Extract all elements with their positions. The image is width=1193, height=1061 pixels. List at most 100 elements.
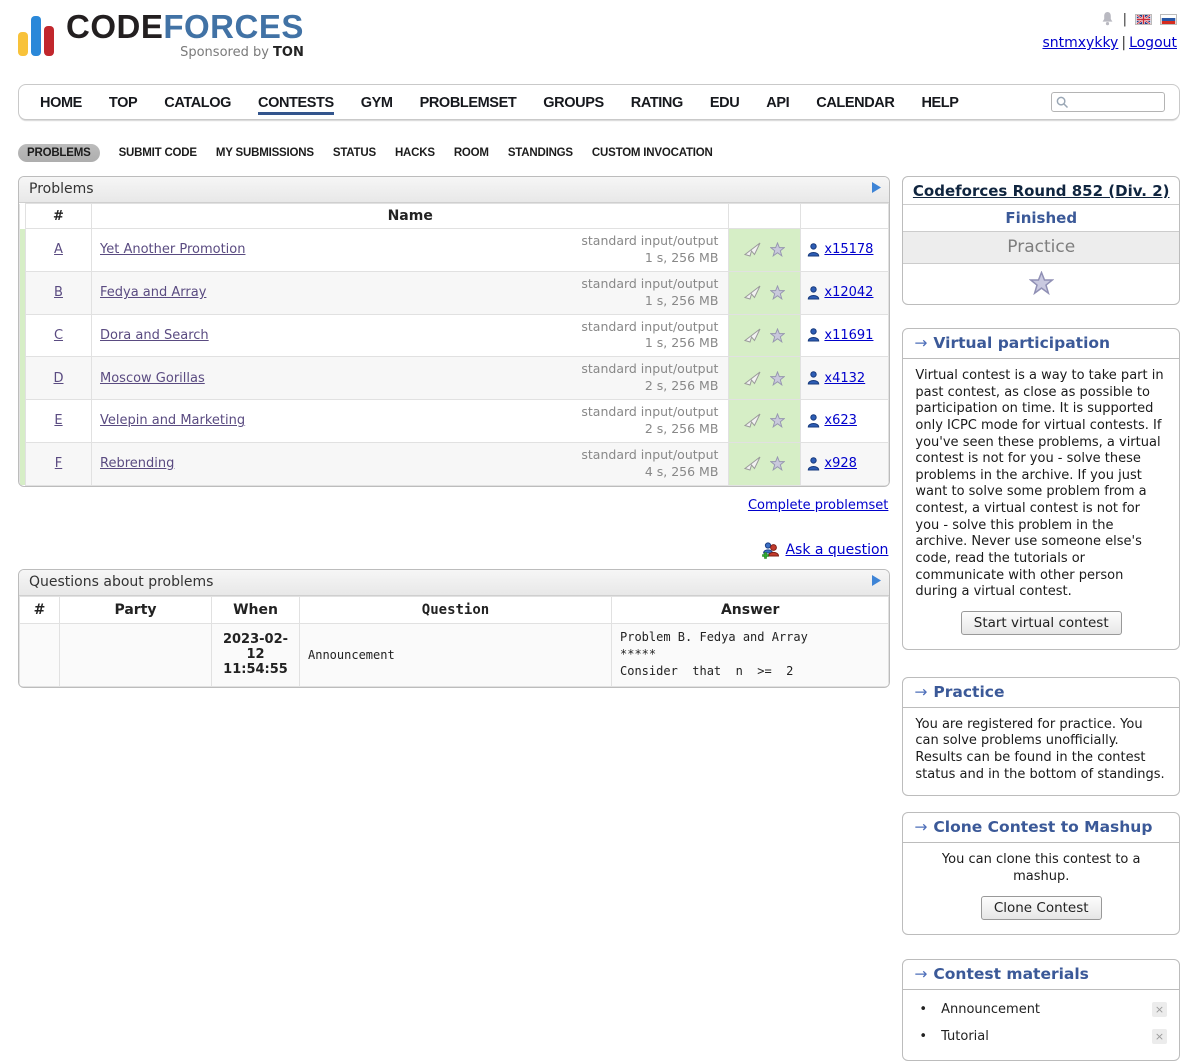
subnav-my-submissions[interactable]: MY SUBMISSIONS (216, 147, 314, 159)
subnav-hacks[interactable]: HACKS (395, 147, 435, 159)
send-plane-icon[interactable] (744, 285, 761, 300)
problem-row-f: F Rebrending standard input/output4 s, 2… (20, 442, 889, 485)
close-icon[interactable]: × (1152, 1002, 1167, 1017)
logout-link[interactable]: Logout (1129, 35, 1177, 51)
questions-panel-title: Questions about problems (19, 570, 889, 596)
problem-limits: standard input/output1 s, 256 MB (581, 276, 720, 310)
col-q-party: Party (60, 596, 212, 623)
search-input[interactable] (1069, 95, 1157, 109)
nav-item-edu[interactable]: EDU (710, 89, 739, 115)
problem-name-link[interactable]: Fedya and Array (100, 285, 206, 300)
problem-name-link[interactable]: Yet Another Promotion (100, 242, 245, 257)
announcement-link[interactable]: Announcement (941, 1002, 1040, 1017)
solved-count-link[interactable]: x928 (824, 456, 857, 471)
logo-sponsor: Sponsored by TON (180, 45, 304, 60)
header-separator: | (1123, 12, 1127, 27)
panel-expand-arrow-icon[interactable] (872, 575, 881, 586)
problems-panel: Problems # Name A (18, 176, 890, 487)
solved-count-link[interactable]: x15178 (824, 242, 873, 257)
col-q-when: When (212, 596, 300, 623)
star-icon[interactable] (770, 456, 785, 471)
subnav-standings[interactable]: STANDINGS (508, 147, 573, 159)
star-icon[interactable] (770, 285, 785, 300)
subnav-status[interactable]: STATUS (333, 147, 376, 159)
solved-count-link[interactable]: x12042 (824, 285, 873, 300)
clone-mashup-title: →Clone Contest to Mashup (903, 813, 1179, 843)
star-icon[interactable] (770, 242, 785, 257)
subnav-custom-invocation[interactable]: CUSTOM INVOCATION (592, 147, 713, 159)
nav-item-groups[interactable]: GROUPS (543, 89, 603, 115)
col-q-index: # (20, 596, 60, 623)
subnav-submit-code[interactable]: SUBMIT CODE (119, 147, 197, 159)
solved-count-link[interactable]: x11691 (824, 328, 873, 343)
subnav-room[interactable]: ROOM (454, 147, 489, 159)
solved-count-link[interactable]: x4132 (824, 371, 865, 386)
contest-materials-list: Announcement × Tutorial × (903, 990, 1179, 1060)
nav-item-api[interactable]: API (766, 89, 789, 115)
problem-index-link[interactable]: E (54, 413, 62, 428)
col-index: # (26, 204, 92, 229)
nav-item-help[interactable]: HELP (921, 89, 958, 115)
clone-contest-button[interactable]: Clone Contest (981, 896, 1102, 920)
send-plane-icon[interactable] (744, 242, 761, 257)
complete-problemset-link[interactable]: Complete problemset (748, 498, 888, 513)
nav-item-home[interactable]: HOME (40, 89, 82, 115)
problems-table: # Name A Yet Another Promotion standard … (19, 203, 889, 486)
uk-flag-icon[interactable] (1135, 14, 1152, 25)
send-plane-icon[interactable] (744, 413, 761, 428)
problem-index-link[interactable]: C (54, 328, 63, 343)
problem-row-c: C Dora and Search standard input/output1… (20, 314, 889, 357)
contest-title-link[interactable]: Codeforces Round 852 (Div. 2) (913, 182, 1170, 200)
star-icon[interactable] (770, 371, 785, 386)
problem-index-link[interactable]: D (53, 371, 63, 386)
solved-count-link[interactable]: x623 (824, 413, 857, 428)
problem-name-link[interactable]: Dora and Search (100, 328, 209, 343)
problem-row-a: A Yet Another Promotion standard input/o… (20, 229, 889, 272)
star-icon[interactable] (770, 328, 785, 343)
nav-item-top[interactable]: TOP (109, 89, 137, 115)
clone-mashup-box: →Clone Contest to Mashup You can clone t… (902, 812, 1180, 934)
problem-row-b: B Fedya and Array standard input/output1… (20, 271, 889, 314)
close-icon[interactable]: × (1152, 1029, 1167, 1044)
nav-item-rating[interactable]: RATING (631, 89, 683, 115)
practice-box: →Practice You are registered for practic… (902, 677, 1180, 797)
col-name: Name (92, 204, 729, 229)
nav-item-catalog[interactable]: CATALOG (164, 89, 231, 115)
problem-index-link[interactable]: B (54, 285, 63, 300)
nav-item-contests[interactable]: CONTESTS (258, 89, 334, 115)
problem-row-e: E Velepin and Marketing standard input/o… (20, 400, 889, 443)
star-icon[interactable] (770, 413, 785, 428)
problem-name-link[interactable]: Moscow Gorillas (100, 371, 205, 386)
subnav-problems[interactable]: PROBLEMS (18, 144, 100, 162)
problem-limits: standard input/output4 s, 256 MB (581, 447, 720, 481)
questions-panel: Questions about problems # Party When Qu… (18, 569, 890, 688)
problem-name-link[interactable]: Rebrending (100, 456, 174, 471)
codeforces-logo[interactable]: CODEFORCES Sponsored by TON (18, 10, 304, 60)
tutorial-link[interactable]: Tutorial (941, 1029, 989, 1044)
add-question-people-icon (761, 542, 780, 559)
username-link[interactable]: sntmxykky (1042, 35, 1118, 51)
nav-item-gym[interactable]: GYM (361, 89, 393, 115)
problem-index-link[interactable]: F (55, 456, 62, 471)
person-icon (807, 457, 820, 471)
problem-index-link[interactable]: A (54, 242, 63, 257)
problems-panel-title: Problems (19, 177, 889, 203)
send-plane-icon[interactable] (744, 456, 761, 471)
nav-item-calendar[interactable]: CALENDAR (816, 89, 894, 115)
ru-flag-icon[interactable] (1160, 14, 1177, 25)
person-icon (807, 414, 820, 428)
start-virtual-contest-button[interactable]: Start virtual contest (961, 611, 1122, 635)
favorite-star-icon[interactable] (903, 264, 1179, 304)
problem-name-link[interactable]: Velepin and Marketing (100, 413, 245, 428)
problem-limits: standard input/output1 s, 256 MB (581, 319, 720, 353)
questions-table-header: # Party When Question Answer (20, 596, 889, 623)
header: CODEFORCES Sponsored by TON | sntmxykky|… (0, 0, 1193, 84)
send-plane-icon[interactable] (744, 371, 761, 386)
send-plane-icon[interactable] (744, 328, 761, 343)
ask-question-link[interactable]: Ask a question (785, 542, 888, 558)
question-text: Announcement (300, 623, 612, 686)
bell-icon[interactable] (1100, 11, 1115, 27)
nav-item-problemset[interactable]: PROBLEMSET (420, 89, 517, 115)
panel-expand-arrow-icon[interactable] (872, 182, 881, 193)
person-icon (807, 286, 820, 300)
